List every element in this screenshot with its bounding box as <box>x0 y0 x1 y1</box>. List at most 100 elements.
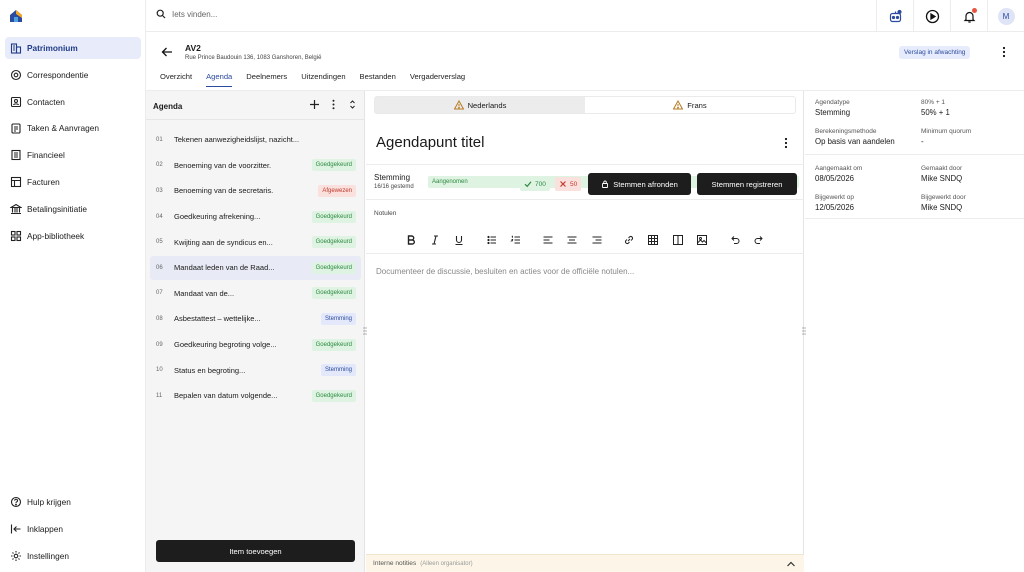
agenda-item[interactable]: 05 Kwijting aan de syndicus en... Goedgeke… <box>150 230 361 254</box>
status-badge: Goedgekeurd <box>311 210 356 223</box>
agenda-item[interactable]: 04 Goedkeuring afrekening... Goedgekeurd <box>150 205 361 229</box>
more-options-icon[interactable] <box>783 137 789 149</box>
agenda-item[interactable]: 11 Bepalen van datum volgende... Goedgekeu… <box>150 384 361 408</box>
sort-icon[interactable] <box>347 99 358 110</box>
field-label: Gemaakt door <box>921 165 963 172</box>
add-item-button[interactable]: Item toevoegen <box>156 540 355 562</box>
italic-button[interactable] <box>429 233 441 245</box>
bullet-list-button[interactable] <box>486 233 498 245</box>
x-icon <box>560 181 566 187</box>
sidebar-item-label: Instellingen <box>27 550 69 561</box>
agenda-item[interactable]: 09 Goedkeuring begroting volge... Goedgeke… <box>150 333 361 357</box>
agenda-item[interactable]: 08 Asbestattest – wettelijke... Stemming <box>150 307 361 331</box>
field-value: 50% + 1 <box>921 108 950 117</box>
sidebar-item-label: Inklappen <box>27 523 63 534</box>
sidebar-item-settings[interactable]: Instellingen <box>5 545 141 567</box>
sidebar-item-help[interactable]: Hulp krijgen <box>5 491 141 513</box>
document-icon <box>11 150 21 161</box>
tab-deelnemers[interactable]: Deelnemers <box>246 72 287 87</box>
updated-field: Bijgewerkt op 12/05/2026 <box>815 194 854 212</box>
agenda-item-number: 04 <box>156 213 163 220</box>
sidebar-item-facturen[interactable]: Facturen <box>5 171 141 193</box>
agendatype-field: Agendatype Stemming <box>815 99 850 117</box>
agenda-item-selected[interactable]: 06 Mandaat leden van de Raad... Goedgekeur… <box>150 255 361 280</box>
status-badge: Goedgekeurd <box>311 338 356 351</box>
agenda-item[interactable]: 02 Benoeming van de voorzitter. Goedgekeur… <box>150 154 361 178</box>
agenda-item[interactable]: 07 Mandaat van de... Goedgekeurd <box>150 282 361 306</box>
vote-progress: 16/16 gestemd <box>374 184 414 190</box>
grid-icon <box>10 230 22 241</box>
internal-notes-bar[interactable]: Interne notities (Alleen organisator) <box>366 554 804 572</box>
close-voting-button[interactable]: Stemmen afronden <box>588 173 691 195</box>
align-right-button[interactable] <box>591 233 603 245</box>
agenda-item[interactable]: 03 Benoeming van de secretaris. Afgewezen <box>150 179 361 203</box>
agenda-item[interactable]: 10 Status en begroting... Stemming <box>150 358 361 382</box>
agenda-item-number: 05 <box>156 239 163 246</box>
agenda-item-label: Mandaat van de... <box>174 288 235 298</box>
back-arrow-icon[interactable] <box>161 46 173 58</box>
play-button[interactable] <box>913 0 950 32</box>
register-votes-button[interactable]: Stemmen registreren <box>697 173 797 195</box>
bold-button[interactable] <box>405 233 417 245</box>
notifications-button[interactable] <box>950 0 987 32</box>
sidebar-item-label: Patrimonium <box>27 43 78 53</box>
majority-field: 80% + 1 50% + 1 <box>921 99 950 117</box>
columns-button[interactable] <box>672 233 684 245</box>
sidebar-item-betalingsinitiatie[interactable]: Betalingsinitiatie <box>5 198 141 220</box>
agenda-item-label: Status en begroting... <box>174 365 246 375</box>
bank-icon <box>10 203 22 214</box>
agenda-actions <box>301 99 358 110</box>
page-header: AV2 Rue Prince Baudouin 136, 1083 Gansho… <box>146 32 1024 91</box>
undo-icon <box>731 236 740 244</box>
agenda-item[interactable]: 01 Tekenen aanwezigheidslijst, nazicht... <box>150 128 361 152</box>
avatar: M <box>997 7 1015 25</box>
more-options-icon[interactable] <box>1001 46 1007 58</box>
sidebar-item-contacten[interactable]: Contacten <box>5 91 141 113</box>
sidebar-item-patrimonium[interactable]: Patrimonium <box>5 37 141 59</box>
notes-editor[interactable]: Documenteer de discussie, besluiten en a… <box>376 267 634 276</box>
search-bar[interactable]: Iets vinden... <box>156 9 217 19</box>
sidebar-item-collapse[interactable]: Inklappen <box>5 518 141 540</box>
more-options-icon[interactable] <box>328 99 339 110</box>
sidebar-item-app-bibliotheek[interactable]: App-bibliotheek <box>5 225 141 247</box>
sidebar-item-correspondentie[interactable]: Correspondentie <box>5 64 141 86</box>
language-tab-fr[interactable]: Frans <box>585 97 795 113</box>
field-value: Op basis van aandelen <box>815 137 895 146</box>
align-left-button[interactable] <box>542 233 554 245</box>
tab-overzicht[interactable]: Overzicht <box>160 72 192 87</box>
page-address: Rue Prince Baudouin 136, 1083 Ganshoren,… <box>185 55 322 61</box>
tab-uitzendingen[interactable]: Uitzendingen <box>301 72 345 87</box>
sidebar-item-label: Hulp krijgen <box>27 497 71 507</box>
field-label: Aangemaakt om <box>815 165 863 172</box>
user-menu-button[interactable]: M <box>987 0 1024 32</box>
plus-icon[interactable] <box>309 99 320 110</box>
align-center-button[interactable] <box>566 233 578 245</box>
search-input[interactable]: Iets vinden... <box>172 10 217 19</box>
agenda-item-title[interactable]: Agendapunt titel <box>376 134 484 151</box>
image-button[interactable] <box>696 233 708 245</box>
redo-button[interactable] <box>753 233 765 245</box>
agenda-panel-header: Agenda <box>146 91 364 120</box>
voting-properties: Agendatype Stemming 80% + 1 50% + 1 Bere… <box>805 91 1024 155</box>
sidebar-item-taken[interactable]: Taken & Aanvragen <box>5 117 141 139</box>
app: Patrimonium Correspondentie Contacten Ta… <box>0 0 1024 572</box>
undo-button[interactable] <box>729 233 741 245</box>
underline-button[interactable] <box>453 233 465 246</box>
sidebar-item-financieel[interactable]: Financieel <box>5 144 141 166</box>
language-tab-nl[interactable]: Nederlands <box>375 97 585 113</box>
notification-dot <box>972 8 977 13</box>
assistant-button[interactable] <box>876 0 913 32</box>
no-count-value: 50 <box>570 180 578 188</box>
italic-icon <box>432 235 438 245</box>
table-button[interactable] <box>647 233 659 245</box>
check-icon <box>524 181 532 188</box>
house-logo-icon[interactable] <box>9 9 23 23</box>
chevron-up-icon[interactable] <box>786 559 796 569</box>
numbered-list-button[interactable] <box>510 233 522 245</box>
tab-vergaderverslag[interactable]: Vergaderverslag <box>410 72 465 87</box>
tab-bestanden[interactable]: Bestanden <box>360 72 396 87</box>
tab-agenda[interactable]: Agenda <box>206 72 233 87</box>
agenda-item-number: 02 <box>156 162 163 169</box>
underline-icon <box>455 236 463 246</box>
link-button[interactable] <box>623 233 635 245</box>
